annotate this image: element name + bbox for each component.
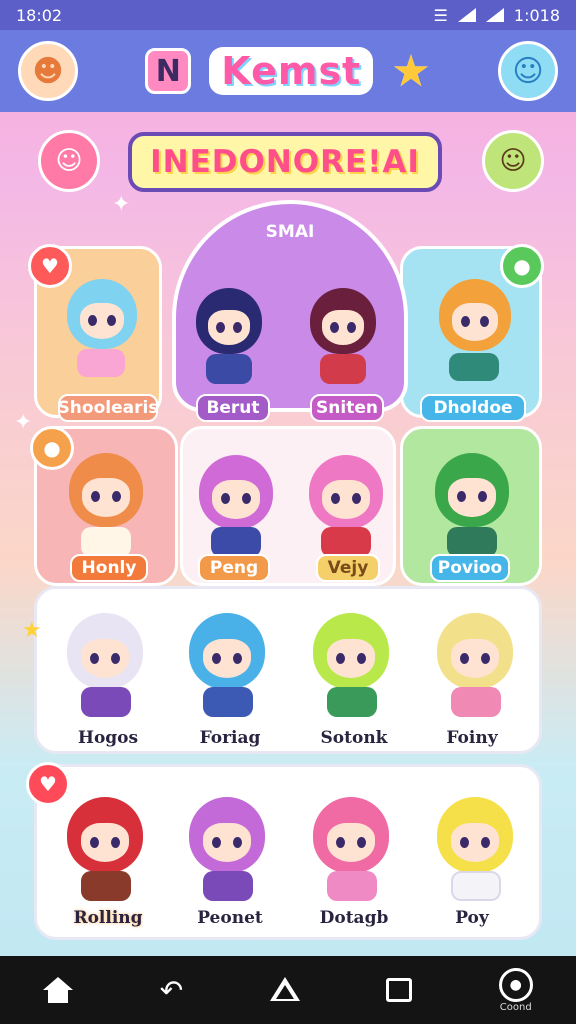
back-icon[interactable]: ↶ xyxy=(160,974,183,1007)
chibi-avatar-dotagb[interactable] xyxy=(313,797,389,873)
featured-card[interactable]: SMAI xyxy=(172,200,408,412)
system-nav-bar: ↶ ● Coond xyxy=(0,956,576,1024)
square-icon[interactable] xyxy=(386,978,413,1002)
label-dotagb: Dotagb xyxy=(319,908,389,928)
chibi-avatar xyxy=(69,453,143,527)
star-icon[interactable]: ★ xyxy=(391,46,430,97)
extra-nav-label: Coond xyxy=(499,1001,532,1013)
heart-badge-icon: ♥ xyxy=(28,244,72,288)
app-header: ☻ N Kemst ★ ☺ xyxy=(0,30,576,112)
chibi-avatar-peonet[interactable] xyxy=(189,797,265,873)
label-peonet: Peonet xyxy=(197,908,263,928)
chibi-avatar xyxy=(67,279,137,349)
bear-icon: ☻ xyxy=(32,53,64,89)
chibi-avatar xyxy=(435,453,509,527)
signal-icon xyxy=(457,8,476,22)
label-sniten: Sniten xyxy=(310,394,384,422)
featured-label: SMAI xyxy=(265,222,315,242)
label-vejy: Vejy xyxy=(316,554,380,582)
sparkle-icon: ✦ xyxy=(112,192,131,217)
label-foriag: Foriag xyxy=(199,728,261,748)
peach-mascot-icon: ☺ xyxy=(38,130,100,192)
home-icon[interactable] xyxy=(43,977,74,1003)
chibi-avatar-foriag[interactable] xyxy=(189,613,265,689)
label-peng: Peng xyxy=(198,554,270,582)
heart-badge-icon: ♥ xyxy=(26,762,70,806)
label-honly: Honly xyxy=(70,554,148,582)
chibi-avatar-berut xyxy=(196,288,262,354)
header-center: N Kemst ★ xyxy=(145,46,431,97)
extra-nav-button[interactable]: ● Coond xyxy=(498,967,533,1013)
label-berut: Berut xyxy=(196,394,270,422)
chibi-avatar-vejy xyxy=(309,455,383,529)
recent-icon[interactable] xyxy=(269,977,300,1003)
lime-mascot-icon: ☺ xyxy=(482,130,544,192)
chibi-avatar-hogos[interactable] xyxy=(67,613,143,689)
status-icons: ☰ 1:018 xyxy=(434,6,560,25)
app-title: Kemst xyxy=(209,47,374,95)
label-shoolearis: Shoolearis xyxy=(58,394,158,422)
label-povioo: Povioo xyxy=(430,554,510,582)
profile-avatar-button[interactable]: ☻ xyxy=(18,41,78,101)
label-poy: Poy xyxy=(455,908,489,928)
chibi-avatar-poy[interactable] xyxy=(437,797,513,873)
signal-icon-2 xyxy=(485,8,504,22)
chibi-avatar-sotonk[interactable] xyxy=(313,613,389,689)
leaf-badge-icon: ● xyxy=(500,244,544,288)
label-rolling: Rolling xyxy=(73,908,143,928)
banner: ☺ INEDONORE!AI ☺ xyxy=(0,118,576,208)
wifi-icon: ☰ xyxy=(433,5,448,25)
status-right-time: 1:018 xyxy=(513,5,560,25)
circle-icon: ● xyxy=(498,967,533,1002)
chibi-avatar-rolling[interactable] xyxy=(67,797,143,873)
status-bar: 18:02 ☰ 1:018 xyxy=(0,0,576,30)
mascot-avatar-button[interactable]: ☺ xyxy=(497,41,558,101)
star-icon: ★ xyxy=(22,618,42,643)
chibi-avatar-sniten xyxy=(310,288,376,354)
label-sotonk: Sotonk xyxy=(320,728,388,748)
label-dholdoe: Dholdoe xyxy=(420,394,526,422)
chibi-avatar xyxy=(439,279,511,351)
chibi-avatar-foiny[interactable] xyxy=(437,613,513,689)
label-foiny: Foiny xyxy=(446,728,498,748)
logo-badge[interactable]: N xyxy=(145,48,192,94)
status-time: 18:02 xyxy=(16,5,63,25)
label-hogos: Hogos xyxy=(77,728,139,748)
sparkle-icon: ✦ xyxy=(14,410,33,435)
blob-face-icon: ☺ xyxy=(512,53,544,89)
chibi-avatar-peng xyxy=(199,455,273,529)
bubble-badge-icon: ● xyxy=(30,426,74,470)
banner-title: INEDONORE!AI xyxy=(128,132,442,192)
